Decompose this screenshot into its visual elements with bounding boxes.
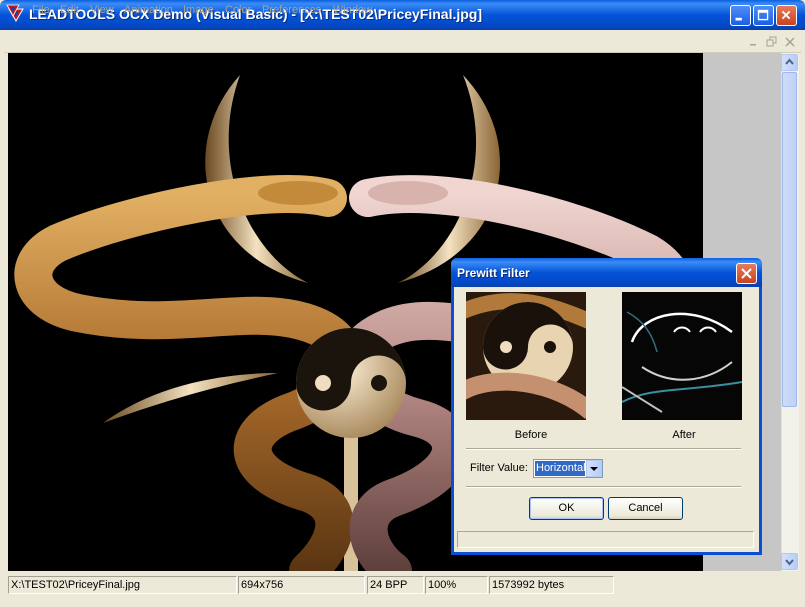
scroll-down-button[interactable] — [781, 553, 798, 570]
maximize-icon — [757, 9, 769, 21]
maximize-button[interactable] — [753, 5, 774, 26]
menu-animation[interactable]: Animation — [124, 4, 173, 16]
menu-edit[interactable]: Edit — [60, 4, 79, 16]
divider — [466, 486, 741, 488]
menu-view[interactable]: View — [90, 4, 114, 16]
minimize-button[interactable] — [730, 5, 751, 26]
scroll-up-button[interactable] — [781, 54, 798, 71]
menu-bar — [4, 30, 801, 53]
scroll-thumb[interactable] — [782, 72, 797, 407]
dialog-title: Prewitt Filter — [457, 266, 530, 280]
close-icon — [741, 268, 752, 279]
after-preview — [622, 292, 742, 420]
filter-value-selected[interactable]: Horizontal — [535, 461, 586, 476]
arrow-up-icon — [785, 58, 794, 65]
filter-dropdown-button[interactable] — [586, 460, 602, 477]
status-file-path: X:\TEST02\PriceyFinal.jpg — [8, 576, 237, 594]
status-bpp: 24 BPP — [367, 576, 424, 594]
mdi-close-icon[interactable] — [784, 36, 796, 48]
chevron-down-icon — [590, 467, 598, 471]
after-preview-image — [622, 292, 742, 420]
close-button[interactable] — [776, 5, 797, 26]
before-preview — [466, 292, 586, 420]
close-icon — [781, 10, 791, 20]
before-label: Before — [514, 429, 548, 441]
menu-color[interactable]: Color — [225, 4, 251, 16]
document-icon[interactable] — [6, 4, 20, 18]
menu-preferences[interactable]: Preferences — [262, 4, 321, 16]
arrow-down-icon — [785, 559, 794, 566]
status-zoom: 100% — [425, 576, 488, 594]
status-dimensions: 694x756 — [238, 576, 365, 594]
mdi-restore-icon[interactable] — [766, 36, 778, 48]
cancel-button[interactable]: Cancel — [608, 497, 683, 520]
after-label: After — [672, 429, 696, 441]
before-preview-image — [466, 292, 586, 420]
dialog-close-button[interactable] — [736, 263, 757, 284]
menu-file[interactable]: File — [32, 4, 50, 16]
menu-window[interactable]: Window — [333, 4, 372, 16]
minimize-icon — [735, 17, 742, 21]
mdi-minimize-icon[interactable] — [748, 36, 760, 48]
ok-button[interactable]: OK — [529, 497, 604, 520]
menu-image[interactable]: Image — [183, 4, 214, 16]
status-file-size: 1573992 bytes — [489, 576, 614, 594]
progress-bar — [457, 531, 754, 548]
divider — [466, 448, 741, 450]
filter-value-label: Filter Value: — [470, 462, 528, 474]
